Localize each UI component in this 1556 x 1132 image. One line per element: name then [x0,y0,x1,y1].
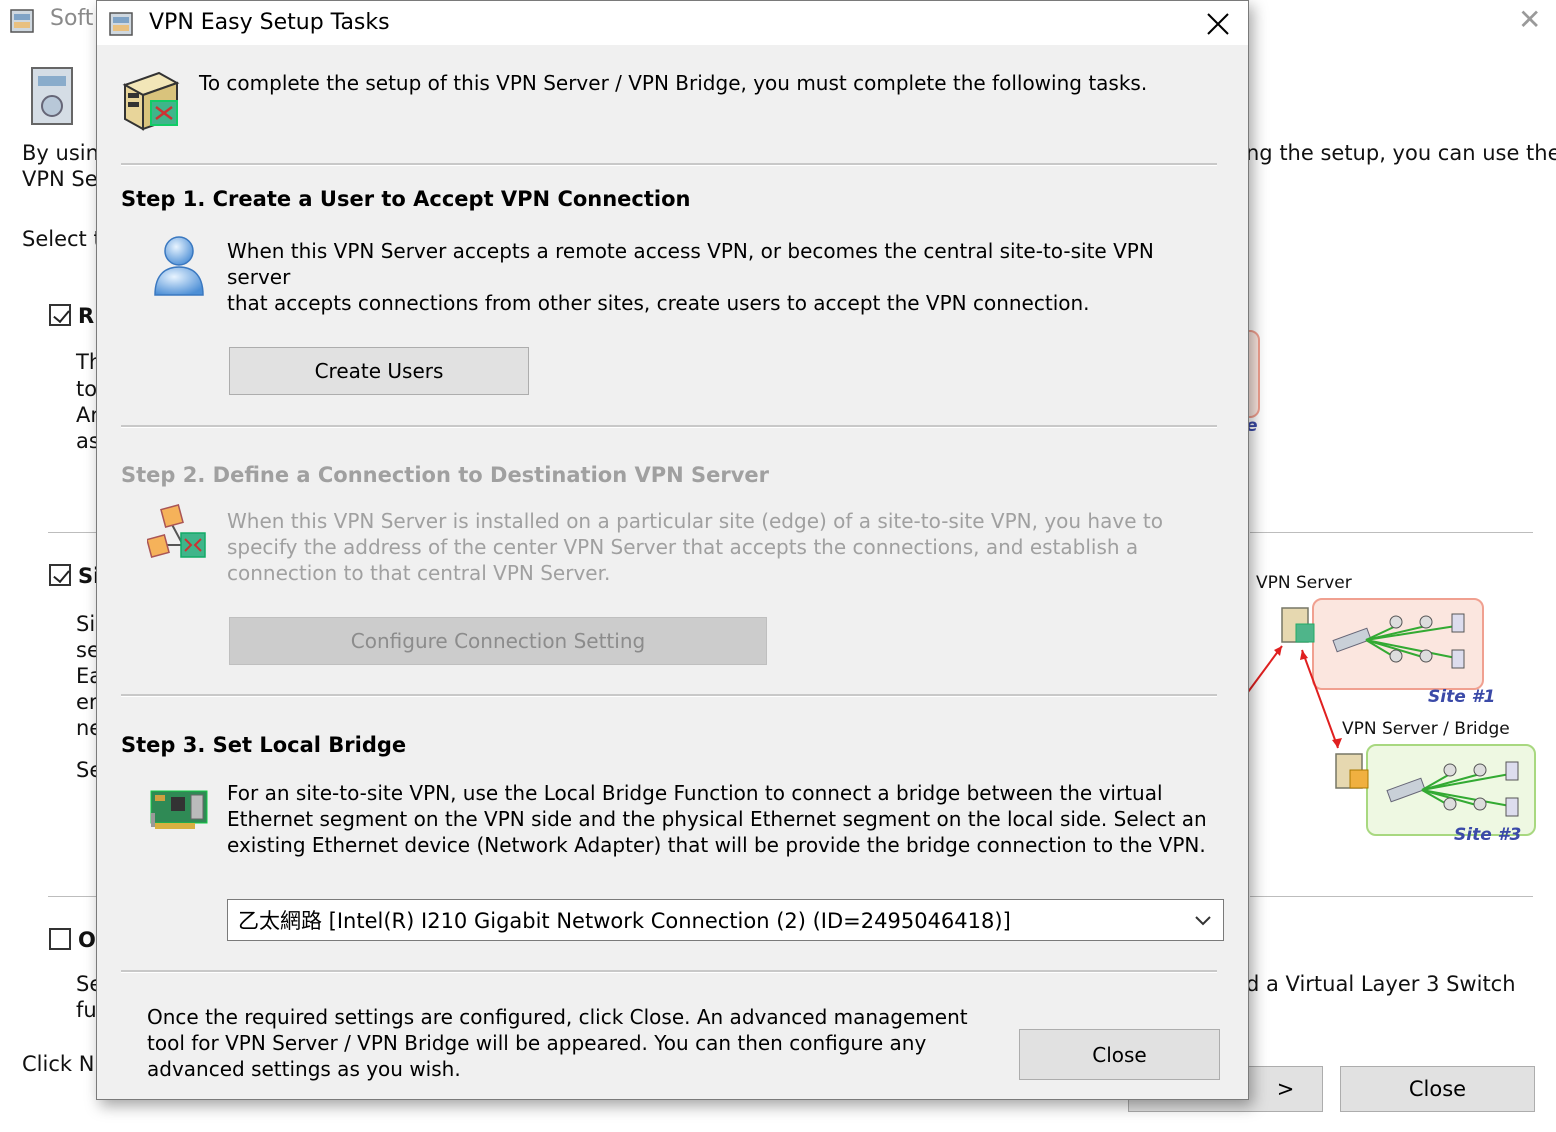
option3-label: O [78,928,96,952]
bg-text-click-next: Click N [22,1052,95,1076]
site3-label: Site #3 [1454,825,1522,845]
vpn-server-icon [122,71,180,131]
network-card-icon [150,790,208,829]
site3-network-diagram [1335,753,1519,817]
option2-desc-line: Si [76,612,96,636]
intro-text: To complete the setup of this VPN Server… [199,71,1148,95]
separator [121,425,1217,428]
step3-description: For an site-to-site VPN, use the Local B… [227,780,1217,858]
option1-label: R [78,304,95,328]
step3-line: existing Ethernet device (Network Adapte… [227,833,1206,857]
option2-checkbox[interactable] [49,564,71,586]
step2-description: When this VPN Server is installed on a p… [227,508,1217,586]
user-icon [154,236,204,296]
step3-title: Step 3. Set Local Bridge [121,733,407,757]
window-title: Soft [50,6,94,31]
site1-label: Site #1 [1428,687,1496,707]
step1-description: When this VPN Server accepts a remote ac… [227,238,1217,316]
footer-line: tool for VPN Server / VPN Bridge will be… [147,1031,927,1055]
step2-title: Step 2. Define a Connection to Destinati… [121,463,770,487]
app-icon [10,9,34,33]
configure-connection-label: Configure Connection Setting [350,629,646,653]
close-icon[interactable]: ✕ [1518,6,1541,34]
step1-title: Step 1. Create a User to Accept VPN Conn… [121,187,691,211]
configure-connection-button[interactable]: Configure Connection Setting [229,617,767,665]
step2-line: When this VPN Server is installed on a p… [227,509,1163,533]
bg-text-right-setup: ng the setup, you can use the [1246,141,1556,165]
next-button-label: > [1276,1077,1295,1101]
step1-line: that accepts connections from other site… [227,291,1090,315]
step1-line: When this VPN Server accepts a remote ac… [227,239,1154,289]
option1-desc-line: to [76,377,98,401]
option3-checkbox[interactable] [49,928,71,950]
footer-line: advanced settings as you wish. [147,1057,461,1081]
setup-wizard-icon [31,67,73,125]
step3-line: Ethernet segment on the VPN side and the… [227,807,1207,831]
footer-line: Once the required settings are configure… [147,1005,968,1029]
bg-text-right-switch: d a Virtual Layer 3 Switch [1246,972,1516,996]
dialog-title: VPN Easy Setup Tasks [149,10,390,35]
network-connection-icon [147,504,206,558]
footer-text: Once the required settings are configure… [147,1004,987,1082]
create-users-button[interactable]: Create Users [229,347,529,395]
separator [121,970,1217,973]
divider [48,532,98,533]
bg-text-select: Select t [22,227,102,251]
step2-line: specify the address of the center VPN Se… [227,535,1139,559]
bg-text-vpn-se: VPN Se [22,167,98,191]
divider [1250,896,1533,897]
ethernet-adapter-select[interactable]: 乙太網路 [Intel(R) I210 Gigabit Network Conn… [227,899,1224,941]
option1-checkbox[interactable] [49,304,71,326]
step3-line: For an site-to-site VPN, use the Local B… [227,781,1163,805]
close-x-icon [1207,13,1229,35]
option2-desc-line: er [76,690,98,714]
separator [121,694,1217,697]
background-close-label: Close [1408,1077,1467,1101]
app-icon [109,12,133,36]
dialog-titlebar: VPN Easy Setup Tasks [97,1,1248,45]
selected-adapter-text: 乙太網路 [Intel(R) I210 Gigabit Network Conn… [238,909,1011,933]
chevron-down-icon [1195,916,1211,926]
background-close-button[interactable]: Close [1340,1066,1535,1112]
vpn-easy-setup-dialog: VPN Easy Setup Tasks To complete the set… [96,0,1249,1100]
step2-line: connection to that central VPN Server. [227,561,611,585]
close-icon[interactable] [1197,3,1239,45]
divider [48,896,98,897]
option3-desc-line: fu [76,998,97,1022]
diagram-vpn-server-label: VPN Server [1256,573,1352,593]
divider [1250,532,1533,533]
close-button[interactable]: Close [1019,1029,1220,1080]
diagram-vpn-bridge-label: VPN Server / Bridge [1342,719,1510,739]
close-button-label: Close [1092,1042,1147,1067]
separator [121,163,1217,166]
create-users-label: Create Users [314,359,444,383]
